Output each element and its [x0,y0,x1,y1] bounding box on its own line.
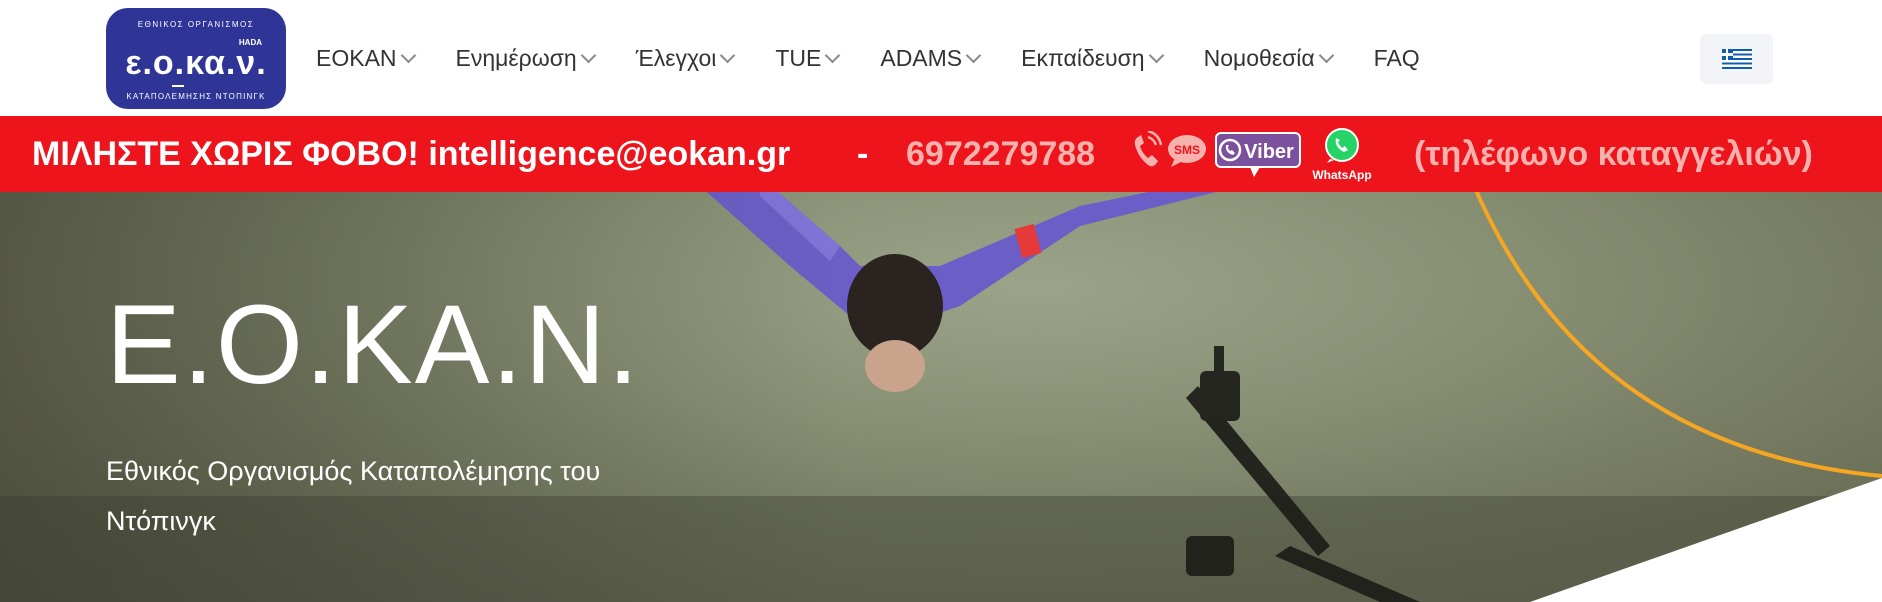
nav-item-label: Νομοθεσία [1203,44,1315,71]
logo-bottom-text: ΚΑΤΑΠΟΛΕΜΗΣΗΣ ΝΤΟΠΙΝΓΚ [126,92,266,101]
chevron-down-icon [580,47,596,63]
whatsapp-label: WhatsApp [1312,168,1371,182]
nav-item-label: Ενημέρωση [455,44,577,71]
nav-item-label: ADAMS [880,44,963,71]
logo-divider [172,85,184,87]
chevron-down-icon [400,47,416,63]
banner-separator: - [857,135,869,173]
site-header: ΕΘΝΙΚΟΣ ΟΡΓΑΝΙΣΜΟΣ HADA ε.ο.κα.ν. ΚΑΤΑΠΟ… [0,0,1882,116]
nav-item-faq[interactable]: FAQ [1374,45,1420,72]
chevron-down-icon [720,47,736,63]
banner-phone-number[interactable]: 6972279788 [906,116,1095,192]
nav-item-news[interactable]: Ενημέρωση [455,44,596,72]
main-nav: ΕΟΚΑΝ Ενημέρωση Έλεγχοι TUE ADAMS Εκπαίδ… [316,42,1462,74]
hero-title: Ε.Ο.ΚΑ.Ν. [106,282,641,407]
hero-subtitle-line-2: Ντόπινγκ [106,506,216,536]
whatsapp-icon[interactable]: WhatsApp [1308,127,1376,183]
nav-item-label: TUE [775,44,822,71]
hero-subtitle: Εθνικός Οργανισμός Καταπολέμησης του Ντό… [106,446,706,546]
chevron-down-icon [965,47,982,63]
nav-item-label: Εκπαίδευση [1021,44,1145,71]
banner-note: (τηλέφωνο καταγγελιών) [1414,135,1813,173]
sms-icon[interactable]: SMS [1167,134,1207,168]
chevron-down-icon [825,47,841,63]
banner-main-text[interactable]: ΜΙΛΗΣΤΕ ΧΩΡΙΣ ΦΟΒΟ! intelligence@eokan.g… [32,116,790,192]
chevron-down-icon [1318,47,1334,63]
greek-flag-icon [1721,49,1752,69]
hero-subtitle-line-1: Εθνικός Οργανισμός Καταπολέμησης του [106,456,601,486]
nav-item-eokan[interactable]: ΕΟΚΑΝ [316,44,416,72]
chevron-down-icon [1148,47,1164,63]
nav-item-label: Έλεγχοι [635,44,717,71]
nav-item-education[interactable]: Εκπαίδευση [1021,44,1164,72]
nav-item-label: FAQ [1373,44,1420,71]
logo-top-text: ΕΘΝΙΚΟΣ ΟΡΓΑΝΙΣΜΟΣ [137,20,255,29]
logo-main-text: ε.ο.κα.ν. [125,44,267,82]
eokan-logo[interactable]: ΕΘΝΙΚΟΣ ΟΡΓΑΝΙΣΜΟΣ HADA ε.ο.κα.ν. ΚΑΤΑΠΟ… [106,8,286,109]
nav-item-adams[interactable]: ADAMS [880,44,982,72]
report-banner: ΜΙΛΗΣΤΕ ΧΩΡΙΣ ΦΟΒΟ! intelligence@eokan.g… [0,116,1882,192]
nav-item-legislation[interactable]: Νομοθεσία [1203,44,1334,72]
nav-item-tue[interactable]: TUE [775,44,841,72]
phone-icon[interactable] [1132,131,1162,169]
sms-label: SMS [1174,143,1200,157]
viber-icon[interactable]: Viber [1214,131,1302,179]
language-switcher[interactable] [1700,34,1773,84]
viber-label: Viber [1244,141,1294,163]
nav-item-controls[interactable]: Έλεγχοι [635,44,736,72]
nav-item-label: ΕΟΚΑΝ [316,44,397,71]
